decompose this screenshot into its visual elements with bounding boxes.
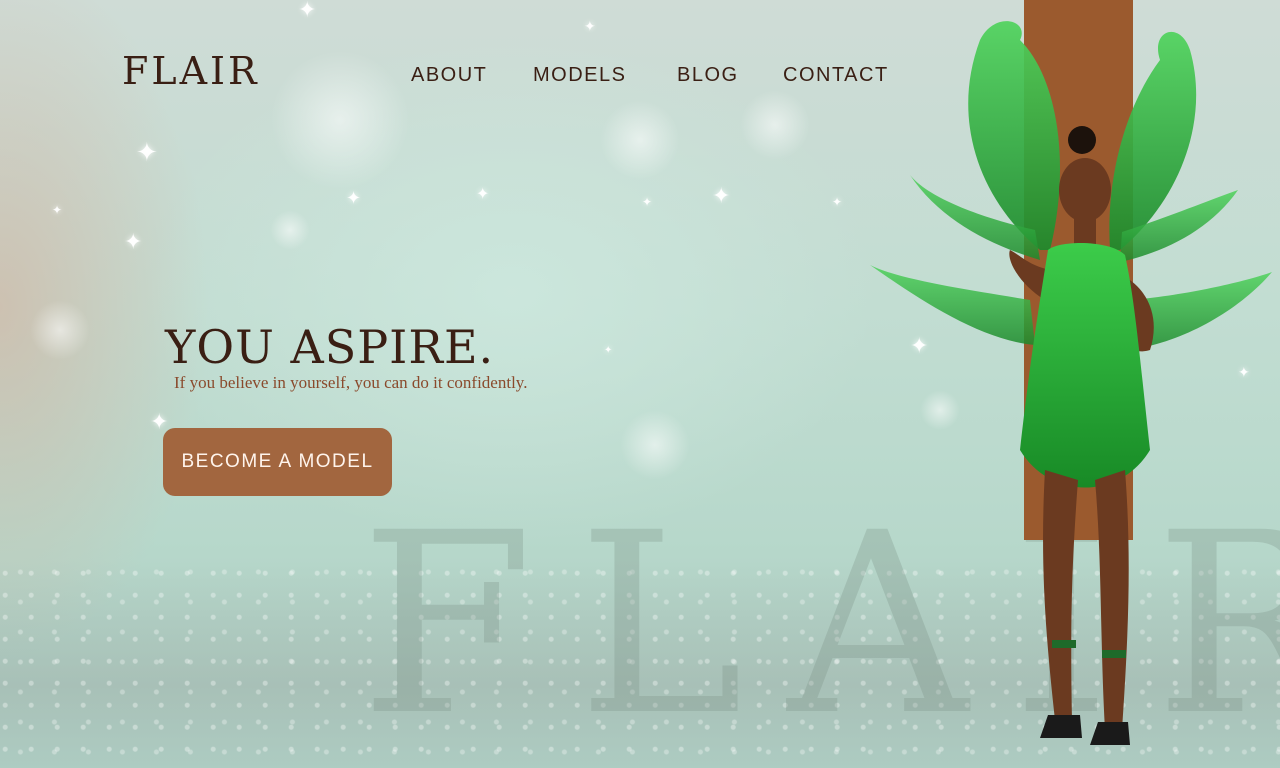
model-image <box>870 21 1272 745</box>
sparkle-icon: ✦ <box>124 230 143 255</box>
sparkle-icon: ✦ <box>584 19 596 35</box>
sparkle-icon: ✦ <box>136 138 158 168</box>
hero-title: YOU ASPIRE. <box>165 320 495 374</box>
bokeh-light <box>600 100 680 180</box>
bokeh-light <box>270 210 310 250</box>
sparkle-icon: ✦ <box>642 195 653 209</box>
sparkle-icon: ✦ <box>604 345 613 356</box>
bokeh-light <box>620 410 690 480</box>
bokeh-light <box>740 90 810 160</box>
nav-link-models[interactable]: MODELS <box>533 64 626 87</box>
nav-link-contact[interactable]: CONTACT <box>783 64 889 87</box>
sparkle-icon: ✦ <box>712 184 731 209</box>
sparkle-icon: ✦ <box>476 184 490 203</box>
nav-link-about[interactable]: ABOUT <box>411 64 487 87</box>
sparkle-icon: ✦ <box>52 203 63 217</box>
sparkle-icon: ✦ <box>832 195 843 209</box>
sparkle-icon: ✦ <box>346 188 362 209</box>
hero-subtitle: If you believe in yourself, you can do i… <box>174 373 528 392</box>
bokeh-light <box>270 50 410 190</box>
become-model-button[interactable]: BECOME A MODEL <box>163 428 392 496</box>
brand-logo[interactable]: FLAIR <box>122 52 260 90</box>
bokeh-light <box>30 300 90 360</box>
sparkle-icon: ✦ <box>298 0 317 23</box>
nav-link-blog[interactable]: BLOG <box>677 64 739 87</box>
